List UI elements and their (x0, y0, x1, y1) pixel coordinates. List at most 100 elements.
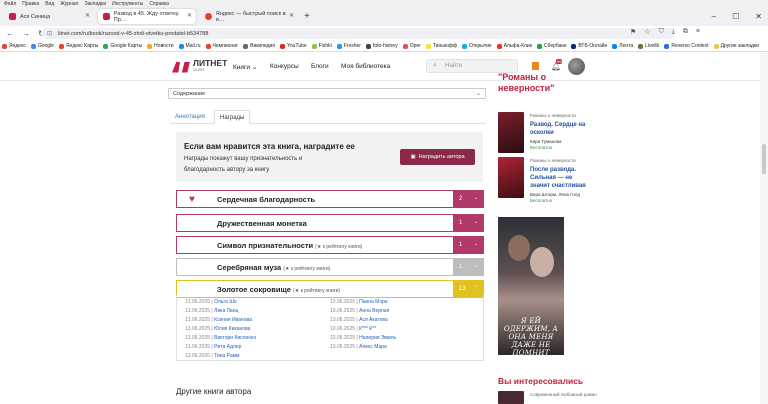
close-icon[interactable]: ✕ (289, 12, 294, 19)
reward-count[interactable]: 2 ⌄ (453, 191, 483, 207)
reward-row[interactable]: Символ признательности (★ к рейтингу кни… (176, 236, 484, 254)
user-link[interactable]: Лика Ланц (214, 308, 238, 314)
menu-help[interactable]: Справка (149, 1, 169, 7)
bookmark-item[interactable]: Fresher (336, 43, 361, 49)
user-link[interactable]: Панна Мэра (359, 299, 387, 305)
user-link[interactable]: Юлия Киканова (214, 326, 250, 332)
bookmark-item[interactable]: foto-history (365, 43, 398, 49)
search-input[interactable]: ⌕ Найти (426, 59, 518, 73)
user-link[interactable]: Ася Акатова (359, 317, 388, 323)
book-author[interactable]: Вера Шторм, Лена Голд (530, 192, 580, 197)
minimize-icon[interactable]: – (712, 12, 716, 21)
bookmark-label: Новости (154, 43, 174, 49)
bookmark-item[interactable]: Livelib (638, 43, 659, 49)
tab-annotation[interactable]: Аннотация (170, 110, 210, 124)
user-link[interactable]: Виктори Кисленко (214, 335, 256, 341)
nav-contests[interactable]: Конкурсы (270, 63, 299, 70)
bookmark-item[interactable]: Альфа-Клик (496, 43, 532, 49)
book-cover[interactable] (498, 157, 524, 198)
close-window-icon[interactable]: ✕ (755, 12, 762, 21)
extensions-icon[interactable]: ⧉ (683, 28, 688, 36)
award-author-button[interactable]: ▣ Наградить автора (400, 149, 475, 165)
avatar[interactable] (568, 58, 585, 75)
close-icon[interactable]: ✕ (85, 12, 90, 19)
list-item: 13.06.2025 | Юлия Киканова (185, 326, 251, 332)
nav-blogs[interactable]: Блоги (311, 63, 329, 70)
nav-library[interactable]: Моя библиотека (341, 63, 390, 70)
scrollbar-thumb[interactable] (762, 144, 766, 174)
browser-tab-3[interactable]: Яндекс — быстрый поиск в и… ✕ (200, 9, 298, 24)
new-tab-icon[interactable]: + (304, 11, 310, 22)
book-title-link[interactable]: Развод. Сердце на осколки (530, 121, 590, 137)
chevron-down-icon: ⌄ (475, 91, 481, 97)
site-logo[interactable]: ЛИТНЕТ 10 ЛЕТ (172, 59, 227, 74)
address-bar[interactable]: ⊡ litnet.com/ru/book/razvod-v-45-zhdi-ot… (42, 28, 674, 39)
ad-banner[interactable]: Я ЕЙ ОДЕРЖИМ, А ОНА МЕНЯ ДАЖЕ НЕ ПОМНИТ (498, 217, 564, 355)
user-link[interactable]: Ольга Шо (214, 299, 237, 305)
book-author[interactable]: Кира Туманова (530, 139, 562, 144)
reward-row[interactable]: Дружественная монетка 1 ⌄ (176, 214, 484, 232)
menu-history[interactable]: Журнал (60, 1, 78, 7)
bookmark-item[interactable]: Другие закладки (713, 43, 759, 49)
reward-count[interactable]: 1 ⌄ (453, 237, 483, 253)
bookmark-item[interactable]: ВТБ-Онлайн (571, 43, 607, 49)
book-title-link[interactable]: После развода. Сильная — не значит счаст… (530, 166, 590, 190)
bookmark-item[interactable]: Википедия (243, 43, 275, 49)
maximize-icon[interactable]: ☐ (732, 12, 739, 21)
bookmark-favicon-icon (425, 43, 431, 49)
bookmark-favicon-icon (243, 43, 249, 49)
bookmark-item[interactable]: Сбербанк (536, 43, 566, 49)
bookmark-item[interactable]: Google (30, 43, 54, 49)
bookmark-item[interactable]: Чемпионат (205, 43, 238, 49)
reward-row[interactable]: Серебряная муза (★ к рейтингу книги) 1 ⌄ (176, 258, 484, 276)
menu-bookmarks[interactable]: Закладки (84, 1, 106, 7)
tab-awards[interactable]: Награды (214, 110, 251, 124)
menu-view[interactable]: Вид (45, 1, 54, 7)
reward-count[interactable]: 1 ⌄ (453, 259, 483, 275)
user-link[interactable]: Алекс Мара (359, 344, 387, 350)
nav-books[interactable]: Книги ⌄ (233, 63, 257, 71)
bookmark-label: foto-history (372, 43, 398, 49)
bookmark-item[interactable]: Fishki (311, 43, 332, 49)
scrollbar[interactable] (760, 52, 768, 404)
book-cover[interactable] (498, 112, 524, 153)
bookmark-item[interactable]: Яндекс Карты (58, 43, 98, 49)
browser-tab-2[interactable]: Развод в 45. Жду ответку. Пр… ✕ (98, 9, 196, 24)
browser-tab-1[interactable]: Ася Синица ✕ (4, 9, 94, 24)
download-icon[interactable]: ⤓ (672, 28, 675, 36)
menu-edit[interactable]: Правка (22, 1, 39, 7)
list-item: 13.06.2025 | Виктори Кисленко (185, 335, 257, 341)
user-link[interactable]: Тина Рамм (214, 353, 239, 359)
user-link[interactable]: Анна Верная (359, 308, 389, 314)
user-link[interactable]: Налерия Эмиль (359, 335, 396, 341)
close-icon[interactable]: ✕ (187, 12, 192, 19)
award-title: Если вам нравится эта книга, наградите е… (184, 142, 355, 151)
bookmark-star-icon[interactable]: ☆ (644, 28, 650, 36)
reward-row[interactable]: ♥ Сердечная благодарность 2 ⌄ (176, 190, 484, 208)
user-link[interactable]: Ксения Иванова (214, 317, 252, 323)
menu-tools[interactable]: Инструменты (112, 1, 143, 7)
user-link[interactable]: К*** К** (359, 326, 376, 332)
forward-icon[interactable]: → (22, 29, 30, 38)
bookmark-item[interactable]: Лента (612, 43, 633, 49)
bookmark-item[interactable]: Google Карты (103, 43, 142, 49)
book-cover[interactable] (498, 391, 524, 404)
bookmark-item[interactable]: Oper (402, 43, 421, 49)
gift-icon[interactable] (532, 62, 539, 70)
back-icon[interactable]: ← (6, 29, 14, 38)
menu-icon[interactable]: ≡ (696, 28, 700, 36)
flag-icon[interactable]: ⚑ (630, 28, 636, 36)
bookmark-item[interactable]: Reverso Context (664, 43, 709, 49)
menu-file[interactable]: Файл (4, 1, 16, 7)
shield-icon[interactable]: ⛉ (659, 28, 664, 36)
bookmark-item[interactable]: Новости (147, 43, 174, 49)
bookmark-item[interactable]: Mail.ru (178, 43, 201, 49)
bookmark-item[interactable]: YouTube (280, 43, 307, 49)
reward-count[interactable]: 1 ⌄ (453, 215, 483, 231)
contents-select[interactable]: Содержание ⌄ (168, 88, 486, 99)
bookmark-item[interactable]: Яндекс (2, 43, 26, 49)
user-link[interactable]: Рита Адлер (214, 344, 241, 350)
chevron-down-icon: ⌄ (473, 219, 478, 225)
bookmark-item[interactable]: Открытие (462, 43, 492, 49)
bookmark-item[interactable]: Тинькофф (425, 43, 457, 49)
